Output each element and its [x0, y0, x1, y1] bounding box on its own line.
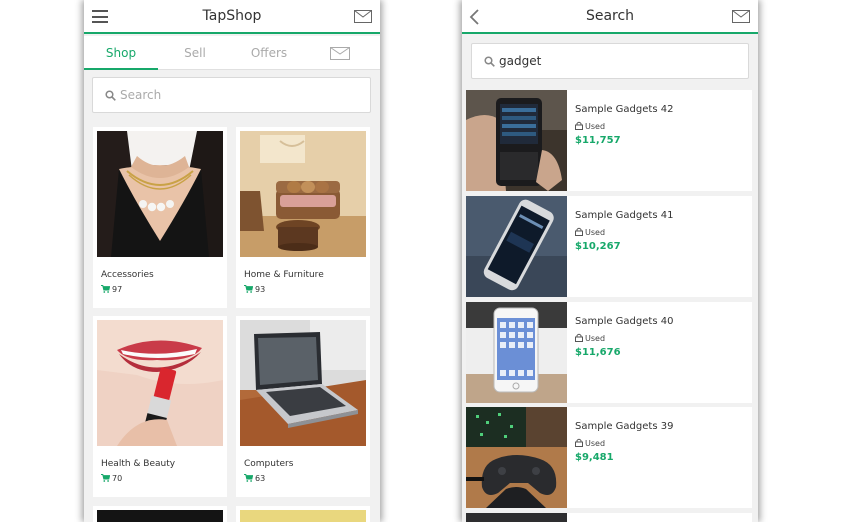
result-row[interactable]: Sample Gadgets 40 Used $11,676 [466, 302, 752, 403]
cart-icon [244, 285, 254, 293]
result-name: Sample Gadgets 42 [575, 104, 674, 115]
lock-icon [575, 227, 583, 236]
lock-icon [575, 121, 583, 130]
search-placeholder: Search [120, 88, 162, 102]
result-row-partial[interactable] [466, 513, 752, 522]
lock-icon [575, 438, 583, 447]
result-condition-label: Used [585, 334, 606, 343]
search-icon [105, 90, 116, 101]
category-count: 63 [244, 474, 265, 483]
lock-icon [575, 333, 583, 342]
result-condition: Used [575, 333, 605, 343]
partial-image [240, 510, 366, 522]
result-name: Sample Gadgets 41 [575, 210, 674, 221]
category-label: Home & Furniture [244, 270, 324, 280]
category-card-home-furniture[interactable]: Home & Furniture 93 [236, 127, 370, 308]
result-thumbnail [466, 407, 567, 508]
search-header: Search [462, 0, 758, 34]
result-price: $11,757 [575, 135, 621, 146]
category-count-value: 97 [112, 285, 123, 294]
category-label: Computers [244, 459, 294, 469]
result-thumbnail [466, 513, 567, 522]
tab-shop[interactable]: Shop [84, 36, 158, 70]
search-input[interactable]: Search [92, 77, 371, 113]
cart-icon [244, 474, 254, 482]
envelope-icon[interactable] [732, 10, 750, 23]
shop-tabs: Shop Sell Offers [84, 36, 380, 70]
health-beauty-image [97, 320, 223, 446]
partial-image [97, 510, 223, 522]
result-thumbnail [466, 302, 567, 403]
category-label: Health & Beauty [101, 459, 176, 469]
envelope-icon[interactable] [354, 10, 372, 23]
tab-offers[interactable]: Offers [232, 36, 306, 70]
category-card-health-beauty[interactable]: Health & Beauty 70 [93, 316, 227, 497]
category-card-accessories[interactable]: Accessories 97 [93, 127, 227, 308]
result-condition-label: Used [585, 439, 606, 448]
result-condition-label: Used [585, 228, 606, 237]
category-count: 93 [244, 285, 265, 294]
tab-sell[interactable]: Sell [158, 36, 232, 70]
home-furniture-image [240, 131, 366, 257]
search-screen: Search gadget Sample Gadgets 42 Used $11… [462, 0, 758, 522]
result-condition-label: Used [585, 122, 606, 131]
search-input[interactable]: gadget [471, 43, 749, 79]
result-thumbnail [466, 90, 567, 191]
accessories-image [97, 131, 223, 257]
category-card-partial[interactable] [93, 506, 227, 522]
result-row[interactable]: Sample Gadgets 42 Used $11,757 [466, 90, 752, 191]
result-name: Sample Gadgets 39 [575, 421, 674, 432]
shop-header: TapShop [84, 0, 380, 34]
search-query: gadget [499, 54, 542, 68]
tab-messages-envelope-icon[interactable] [330, 47, 350, 60]
cart-icon [101, 474, 111, 482]
result-thumbnail [466, 196, 567, 297]
result-row[interactable]: Sample Gadgets 39 Used $9,481 [466, 407, 752, 508]
computers-image [240, 320, 366, 446]
result-row[interactable]: Sample Gadgets 41 Used $10,267 [466, 196, 752, 297]
result-name: Sample Gadgets 40 [575, 316, 674, 327]
cart-icon [101, 285, 111, 293]
search-icon [484, 56, 495, 67]
category-count: 97 [101, 285, 122, 294]
category-count-value: 93 [255, 285, 266, 294]
screen-title: Search [585, 8, 635, 24]
category-count-value: 70 [112, 474, 123, 483]
result-condition: Used [575, 227, 605, 237]
category-card-computers[interactable]: Computers 63 [236, 316, 370, 497]
app-title: TapShop [202, 8, 262, 24]
result-price: $9,481 [575, 452, 614, 463]
result-condition: Used [575, 121, 605, 131]
category-count-value: 63 [255, 474, 266, 483]
result-price: $10,267 [575, 241, 621, 252]
category-count: 70 [101, 474, 122, 483]
category-label: Accessories [101, 270, 154, 280]
result-price: $11,676 [575, 347, 621, 358]
shop-screen: TapShop Shop Sell Offers Search Accessor… [84, 0, 380, 522]
category-card-partial[interactable] [236, 506, 370, 522]
result-condition: Used [575, 438, 605, 448]
